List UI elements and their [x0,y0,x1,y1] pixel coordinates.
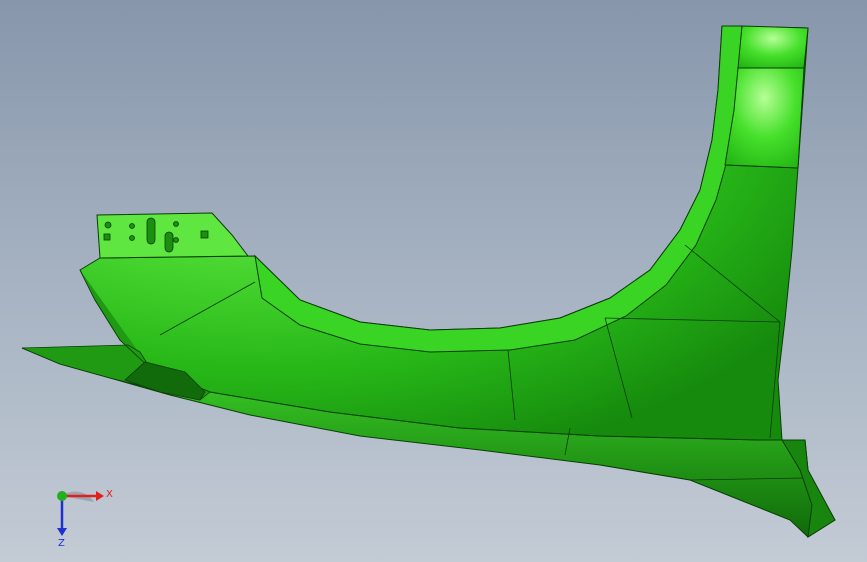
y-axis-dot [57,491,67,501]
fender-part-model[interactable] [0,0,867,562]
upper-panel [724,67,805,169]
axis-triad: X Z [57,489,113,549]
3d-viewport[interactable]: X Z [0,0,867,562]
z-axis-label: Z [58,538,65,549]
top-panel [737,25,809,69]
x-axis-label: X [106,489,113,500]
